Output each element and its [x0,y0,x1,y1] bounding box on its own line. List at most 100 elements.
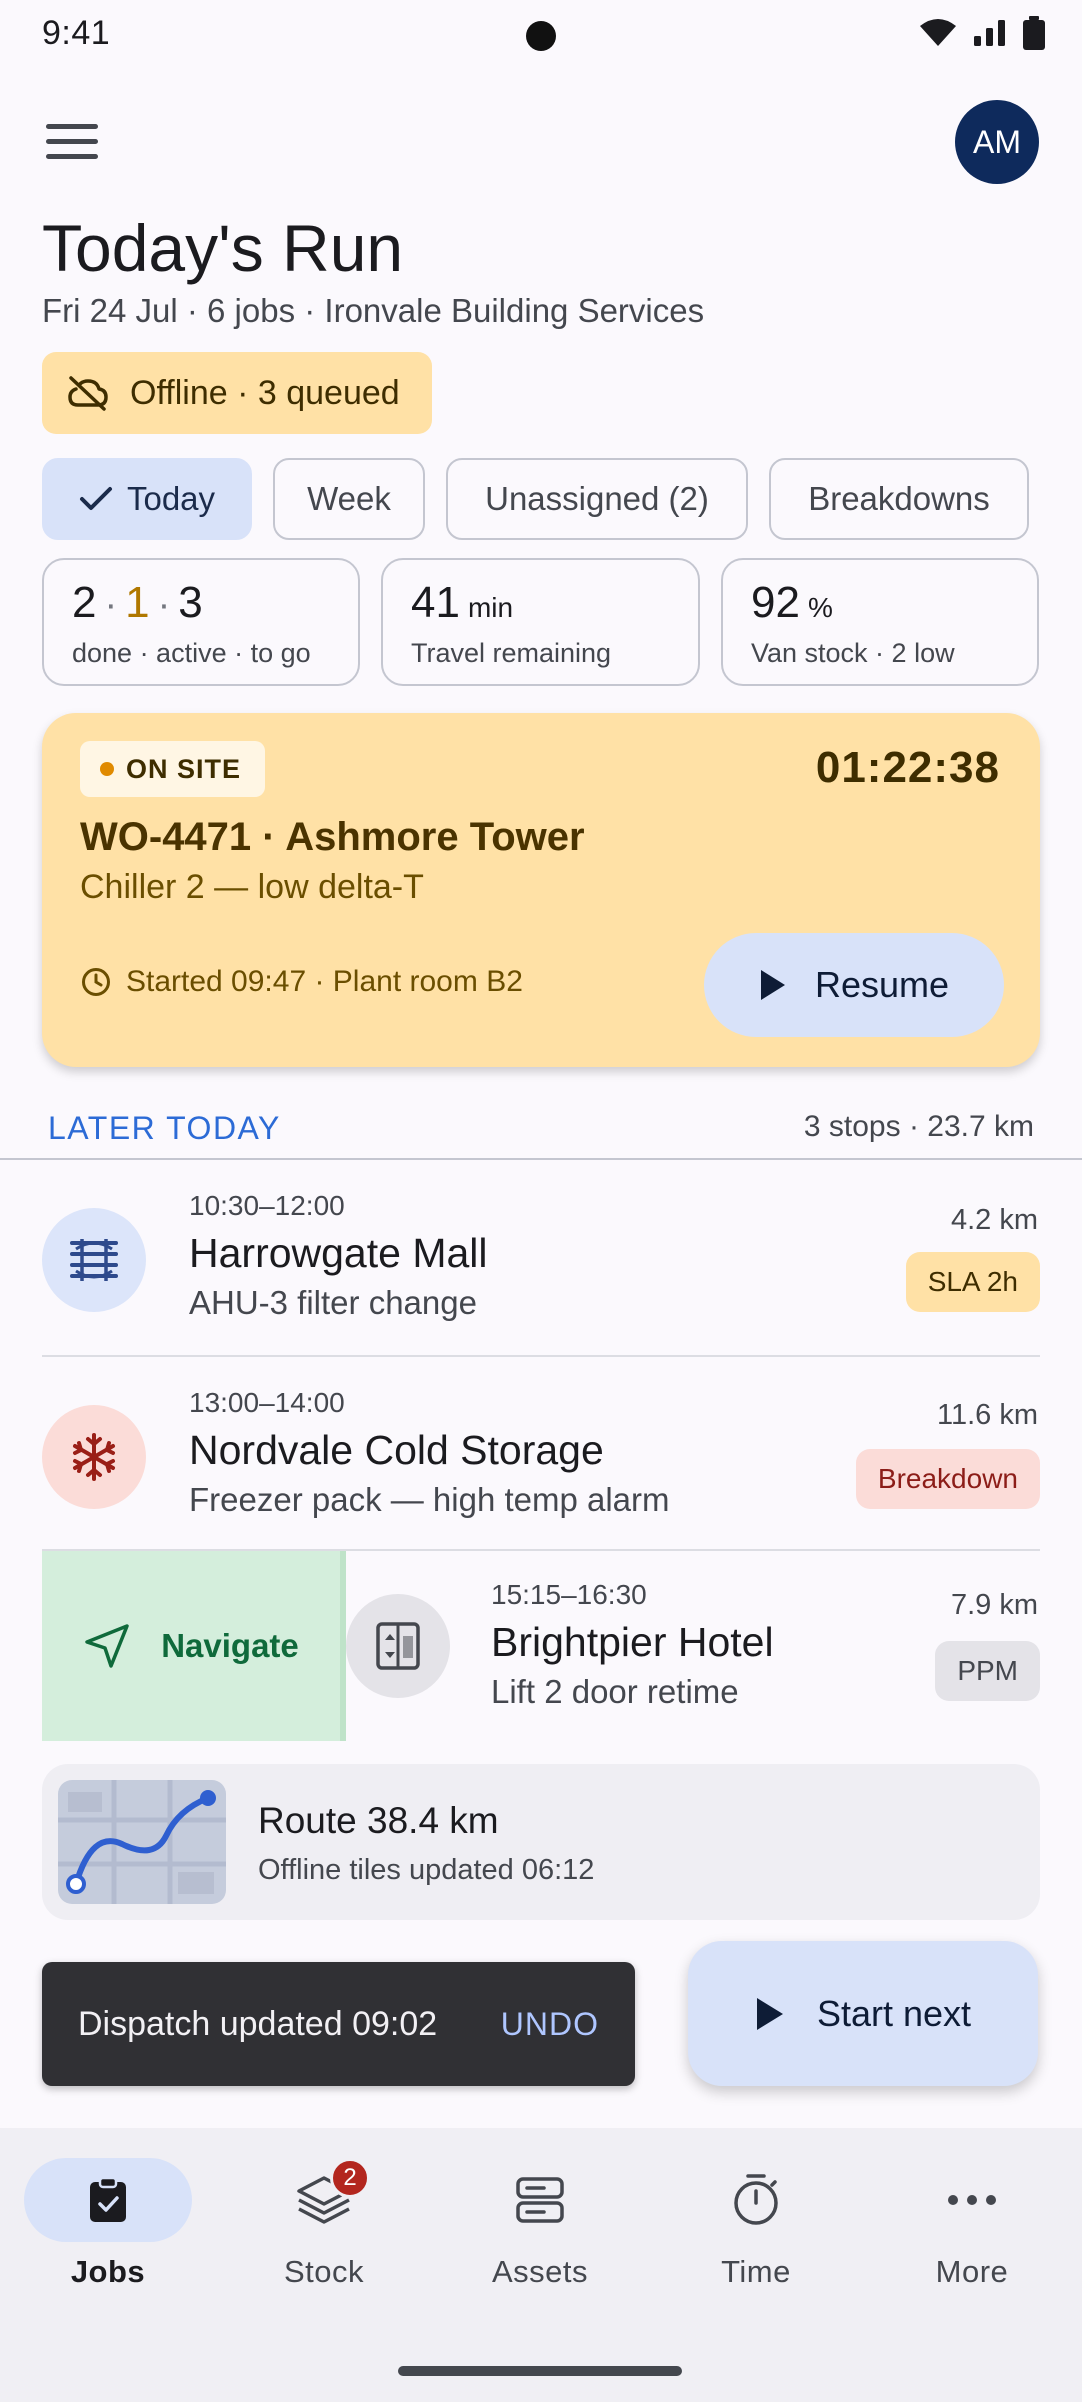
stopwatch-icon [734,2174,778,2225]
breakdown-badge: Breakdown [855,1449,1040,1509]
nav-label: Stock [283,2254,365,2289]
home-indicator[interactable] [398,2366,682,2376]
on-site-badge: ON SITE [80,741,266,797]
status-icons [918,16,1046,50]
menu-bar [46,153,98,159]
nav-item-stock[interactable]: 2 Stock [216,2158,432,2290]
bottom-navigation: Jobs 2 Stock Assets Time More [0,2128,1082,2402]
later-today-summary: 3 stops · 23.7 km [803,1110,1034,1143]
job-time: 10:30–12:00 [189,1190,345,1221]
status-dot [100,762,114,776]
map-route-icon [58,1780,226,1904]
stat-travel-label: Travel remaining [411,638,612,668]
stat-travel-value: 41 min [411,578,670,628]
on-site-subtitle: Chiller 2 — low delta-T [80,868,424,906]
route-map-thumbnail [58,1780,226,1904]
stat-separator: · [104,584,118,626]
air-filter-icon [70,1239,118,1281]
server-icon [516,2177,564,2223]
stat-progress-label: done · active · to go [72,638,311,668]
stat-separator: · [157,584,171,626]
clock-icon [82,968,110,996]
page-subtitle: Fri 24 Jul · 6 jobs · Ironvale Building … [42,292,705,329]
on-site-card[interactable]: ON SITE 01:22:38 WO-4471 · Ashmore Tower… [42,713,1040,1067]
start-next-fab[interactable]: Start next [688,1941,1038,2086]
job-row-nordvale[interactable]: 13:00–14:00 Nordvale Cold Storage Freeze… [0,1357,1082,1553]
play-icon [756,1997,783,2030]
navigate-swipe-action[interactable]: Navigate [42,1551,346,1741]
play-icon [760,970,785,1000]
clipboard-icon [90,2176,126,2222]
nav-item-jobs[interactable]: Jobs [0,2158,216,2290]
stock-count-badge: 2 [330,2158,370,2198]
route-subtitle: Offline tiles updated 06:12 [258,1854,595,1886]
nav-indicator [24,2158,192,2242]
snowflake-icon [73,1433,115,1481]
ppm-badge: PPM [935,1641,1040,1701]
stat-travel-number: 41 [411,578,460,627]
filter-chip-breakdowns[interactable]: Breakdowns [769,458,1029,540]
nav-indicator [672,2158,840,2242]
stat-done: 2 [72,578,97,627]
wifi-icon [920,19,956,46]
on-site-timer: 01:22:38 [815,743,1000,792]
filter-chip-unassigned[interactable]: Unassigned (2) [446,458,748,540]
route-card[interactable]: Route 38.4 km Offline tiles updated 06:1… [42,1764,1040,1920]
resume-button-label: Resume [814,964,950,1005]
stat-progress-value: 2 · 1 · 3 [72,578,330,628]
sla-badge: SLA 2h [905,1252,1040,1312]
battery-icon [1023,16,1045,50]
menu-bar [46,138,98,144]
cloud-off-icon [68,376,108,411]
job-distance: 7.9 km [950,1589,1038,1621]
menu-bar [46,123,98,129]
stat-card-stock[interactable]: 92 % Van stock · 2 low [721,558,1039,686]
on-site-meta: Started 09:47 · Plant room B2 [80,965,523,999]
menu-button[interactable] [40,115,104,167]
job-row-brightpier-swiped[interactable]: Navigate 15:15–16:30 Brightpier Hotel Li… [42,1551,1040,1741]
nav-indicator [888,2158,1056,2242]
stat-stock-value: 92 % [751,578,1009,628]
nav-item-time[interactable]: Time [648,2158,864,2290]
filter-chip-week[interactable]: Week [273,458,425,540]
stat-stock-unit: % [807,592,833,623]
nav-item-assets[interactable]: Assets [432,2158,648,2290]
job-description: AHU-3 filter change [189,1284,477,1321]
on-site-badge-label: ON SITE [126,753,242,784]
filter-chip-label: Today [126,480,216,517]
job-time: 13:00–14:00 [189,1387,345,1418]
snackbar: Dispatch updated 09:02 UNDO [42,1962,635,2086]
job-description: Freezer pack — high temp alarm [189,1481,670,1518]
status-bar: 9:41 [0,0,1082,70]
job-icon-badge [346,1594,450,1698]
resume-button[interactable]: Resume [704,933,1004,1037]
stat-card-travel[interactable]: 41 min Travel remaining [381,558,700,686]
job-row-harrowgate[interactable]: 10:30–12:00 Harrowgate Mall AHU-3 filter… [0,1160,1082,1356]
stat-travel-unit: min [467,592,514,623]
offline-banner-text: Offline · 3 queued [130,373,400,412]
nav-label: Assets [491,2254,589,2289]
stat-card-progress[interactable]: 2 · 1 · 3 done · active · to go [42,558,360,686]
nav-item-more[interactable]: More [864,2158,1080,2290]
on-site-title: WO-4471 · Ashmore Tower [80,815,585,859]
filter-chip-label: Breakdowns [808,480,990,517]
on-site-meta-text: Started 09:47 · Plant room B2 [126,965,523,998]
offline-banner[interactable]: Offline · 3 queued [42,352,432,434]
avatar[interactable]: AM [955,100,1039,184]
filter-chip-today[interactable]: Today [42,458,252,540]
job-time: 15:15–16:30 [491,1579,647,1610]
job-icon-badge [42,1405,146,1509]
job-row-content[interactable]: 15:15–16:30 Brightpier Hotel Lift 2 door… [346,1551,1040,1741]
camera-cutout [526,21,556,51]
navigate-label: Navigate [161,1627,299,1664]
nav-label: Jobs [70,2254,146,2289]
undo-button[interactable]: UNDO [501,2006,599,2043]
job-distance: 4.2 km [950,1204,1038,1236]
status-time: 9:41 [42,14,111,52]
navigation-arrow-icon [85,1624,129,1668]
job-name: Nordvale Cold Storage [189,1427,604,1473]
nav-indicator [456,2158,624,2242]
route-title: Route 38.4 km [258,1800,499,1841]
filter-chip-label: Week [307,480,391,517]
section-header-later-today: LATER TODAY [48,1110,281,1146]
